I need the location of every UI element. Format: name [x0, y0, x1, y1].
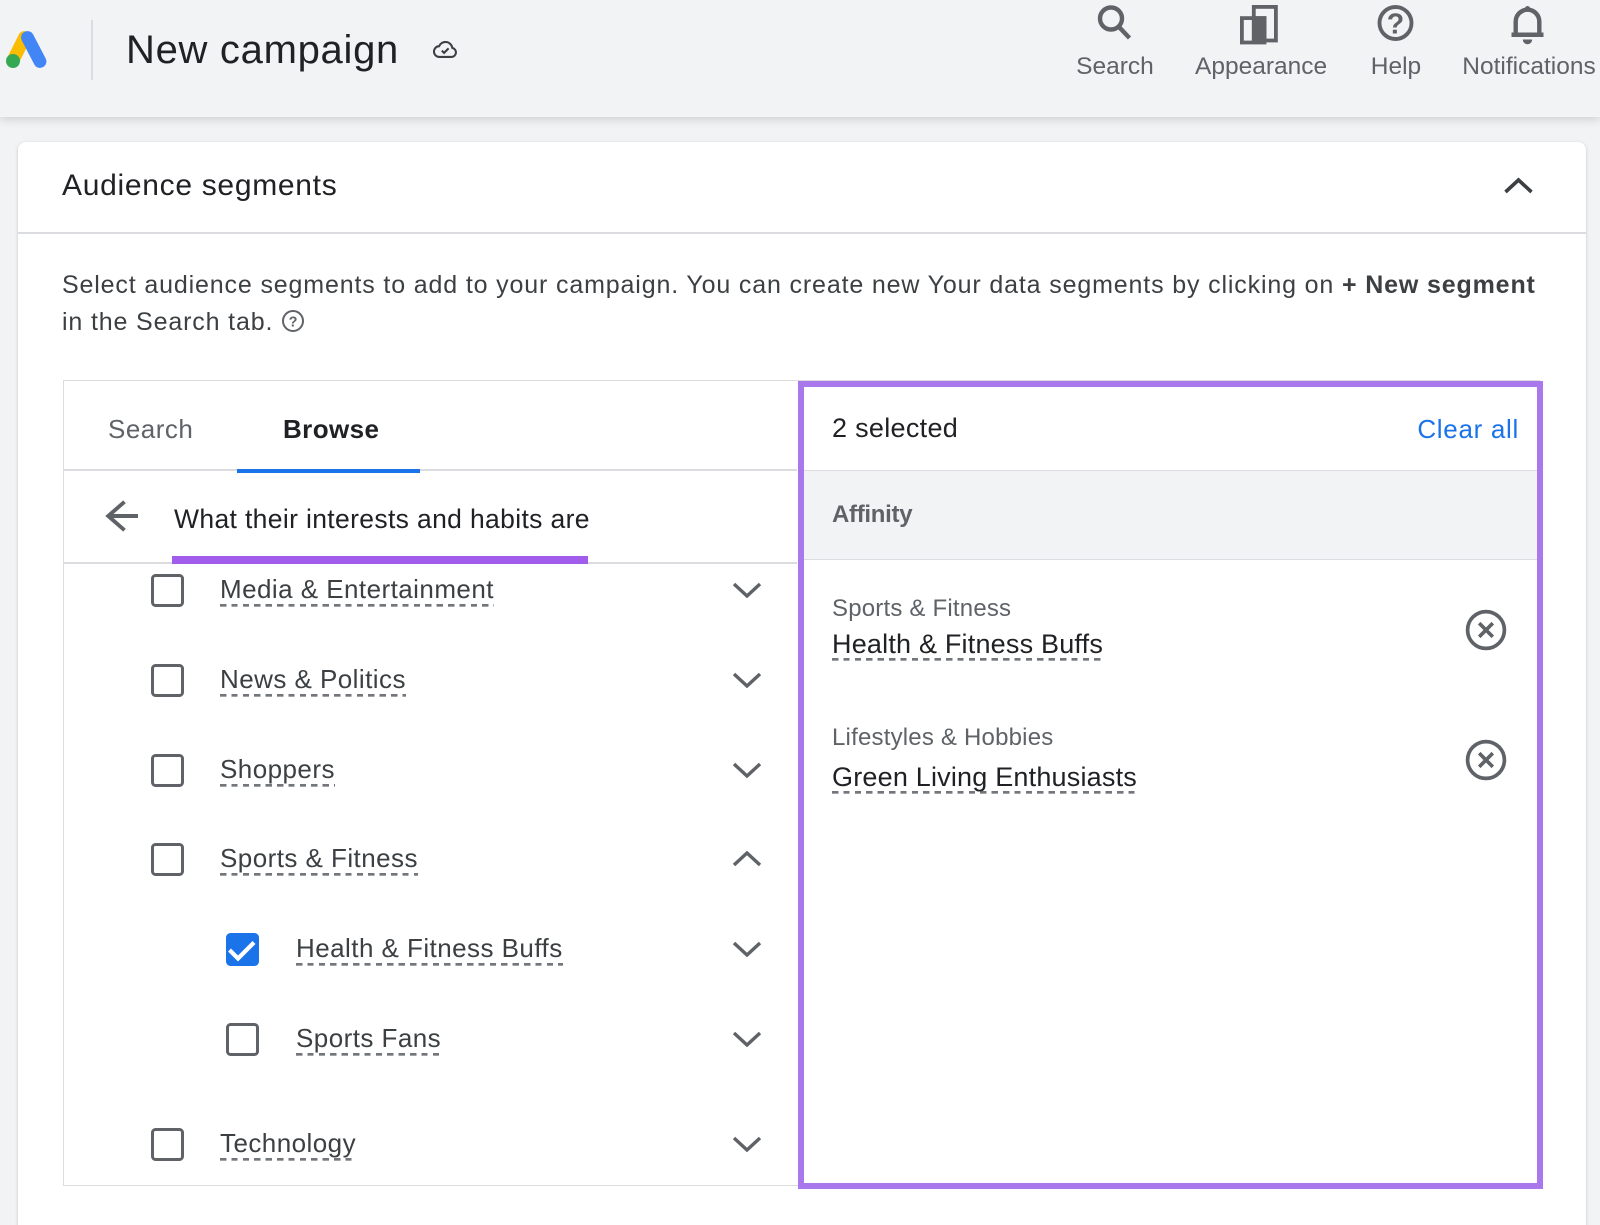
svg-text:?: ? [1387, 9, 1404, 41]
svg-text:?: ? [289, 315, 298, 331]
